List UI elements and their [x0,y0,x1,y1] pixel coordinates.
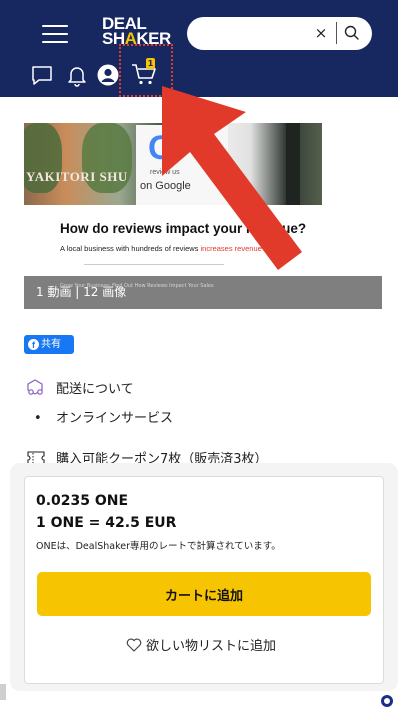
facebook-share-button[interactable]: f 共有 [24,335,74,354]
delivery-truck-icon [27,379,43,395]
chat-icon[interactable] [30,63,54,87]
floating-indicator[interactable] [381,695,393,707]
search-divider [336,22,337,44]
hamburger-menu-icon[interactable] [42,25,68,45]
media-caption: Grow Your Business: Find Out How Reviews… [60,283,214,289]
media-count-bar[interactable]: 1 動画 | 12 画像 [24,276,382,309]
dealshaker-logo[interactable]: DEAL SHAKER [102,15,171,47]
storefront-photo: G review us on Google YAKITORI SHU [24,123,322,205]
clear-search-icon[interactable]: × [312,24,330,42]
search-icon[interactable] [342,23,362,43]
search-input[interactable] [199,23,309,43]
banner-divider [84,264,224,265]
banner-subtitle: A local business with hundreds of review… [60,244,283,253]
scroll-edge [0,684,6,700]
add-to-cart-button[interactable]: カートに追加 [37,572,371,616]
google-logo: G [148,129,175,167]
bell-icon[interactable] [65,63,89,87]
price-value: 0.0235 ONE [36,493,129,509]
rate-note: ONEは、DealShaker専用のレートで計算されています。 [36,541,281,552]
exchange-rate: 1 ONE = 42.5 EUR [36,515,177,531]
add-to-wishlist-button[interactable]: 欲しい物リストに追加 [126,635,276,655]
facebook-icon: f [28,339,39,350]
product-image[interactable]: G review us on Google YAKITORI SHU How d… [24,123,322,273]
delivery-info-label: 配送について [56,382,134,397]
storefront-sign-text: YAKITORI SHU [26,169,128,184]
banner-headline: How do reviews impact your revenue? [60,221,307,236]
user-avatar-icon[interactable] [97,64,119,86]
list-bullet: • [34,411,42,426]
online-service-label: オンラインサービス [56,411,174,426]
cart-highlight-box [119,44,173,97]
heart-icon [126,638,142,652]
